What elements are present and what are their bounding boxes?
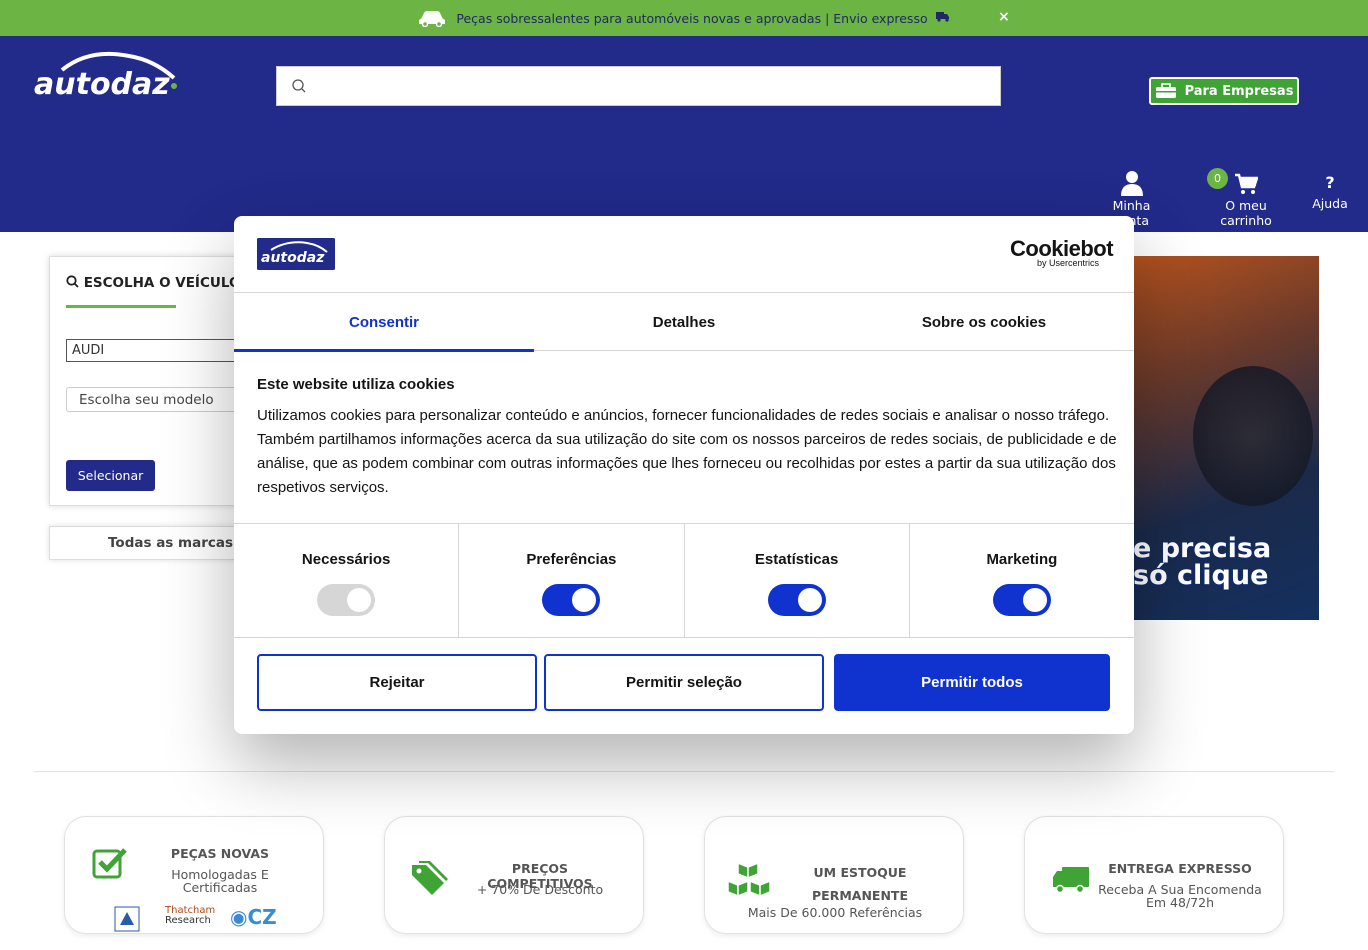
feature-title: ENTREGA EXPRESSO — [1108, 861, 1252, 876]
car-icon — [419, 11, 446, 27]
vehicle-selector: ESCOLHA O VEÍCULO AUDI Escolha seu model… — [49, 256, 256, 506]
business-button-label: Para Empresas — [1184, 83, 1294, 99]
feature-title: UM ESTOQUE PERMANENTE — [812, 865, 908, 903]
search-bar[interactable] — [276, 66, 1001, 106]
tab-details[interactable]: Detalhes — [534, 293, 834, 351]
toggle-statistics[interactable] — [767, 584, 826, 616]
autodaz-logo[interactable]: autodaz — [34, 50, 180, 100]
feature-card-new-parts: PEÇAS NOVAS Homologadas E Certificadas T… — [64, 816, 324, 934]
svg-text:autodaz: autodaz — [34, 67, 170, 100]
brand-select[interactable]: AUDI — [66, 339, 256, 362]
tab-consent[interactable]: Consentir — [234, 293, 534, 352]
cart-link[interactable]: O meu carrinho — [1198, 170, 1294, 228]
autodaz-mini-logo: autodaz — [257, 238, 335, 270]
vehicle-selector-title-text: ESCOLHA O VEÍCULO — [83, 275, 241, 291]
checkbox-check-icon — [92, 848, 127, 879]
select-button[interactable]: Selecionar — [66, 460, 155, 491]
all-brands-button[interactable]: Todas as marcas — [49, 526, 249, 560]
boxes-icon — [727, 861, 771, 898]
cz-logo: ◉CZ — [230, 905, 277, 929]
cookie-tabs: Consentir Detalhes Sobre os cookies — [234, 293, 1134, 352]
category-necessary: Necessários — [234, 524, 460, 637]
tab-about[interactable]: Sobre os cookies — [834, 293, 1134, 351]
cookie-consent-dialog: autodaz Cookiebot by Usercentrics Consen… — [234, 216, 1134, 734]
category-label: Estatísticas — [754, 551, 839, 568]
feature-card-delivery: ENTREGA EXPRESSO Receba A Sua Encomenda … — [1024, 816, 1284, 934]
thatcham-logo: Thatcham Research — [165, 905, 216, 926]
toggle-preferences[interactable] — [542, 584, 601, 616]
section-divider — [34, 771, 1334, 772]
close-icon[interactable]: × — [998, 9, 1010, 25]
feature-card-prices: PREÇOS COMPETITIVOS + 70% De Desconto — [384, 816, 644, 934]
toggle-marketing[interactable] — [992, 584, 1051, 616]
vehicle-selector-title: ESCOLHA O VEÍCULO — [66, 275, 240, 291]
category-statistics: Estatísticas — [685, 524, 910, 637]
search-input[interactable] — [315, 68, 1000, 104]
announcement-text: Peças sobressalentes para automóveis nov… — [456, 10, 928, 26]
banner-image — [1193, 366, 1313, 506]
category-marketing: Marketing — [910, 524, 1134, 637]
allow-selection-button[interactable]: Permitir seleção — [544, 654, 824, 711]
delivery-truck-icon — [1053, 867, 1089, 894]
feature-subtitle: Receba A Sua Encomenda Em 48/72h — [1098, 882, 1262, 910]
user-icon — [1120, 171, 1143, 196]
promo-banner[interactable]: e precisa só clique — [1133, 256, 1319, 620]
search-icon — [66, 275, 79, 288]
announcement-bar: Peças sobressalentes para automóveis nov… — [0, 0, 1368, 36]
cookie-dialog-header: autodaz Cookiebot by Usercentrics — [234, 216, 1134, 293]
feature-card-stock: UM ESTOQUE PERMANENTE Mais De 60.000 Ref… — [704, 816, 964, 934]
cookiebot-sub: by Usercentrics — [1037, 258, 1100, 268]
tag-icon — [412, 861, 448, 895]
category-label: Necessários — [301, 551, 391, 568]
briefcase-icon — [1155, 83, 1176, 98]
globe-icon: ◉ — [230, 905, 248, 929]
category-preferences: Preferências — [459, 524, 685, 637]
truck-icon — [935, 11, 950, 25]
model-select[interactable]: Escolha seu modelo — [66, 387, 256, 412]
feature-subtitle: Homologadas E Certificadas — [171, 867, 269, 895]
svg-text:autodaz: autodaz — [261, 250, 325, 266]
cookie-categories: Necessários Preferências Estatísticas Ma… — [234, 523, 1134, 638]
feature-subtitle: Mais De 60.000 Referências — [747, 905, 923, 920]
category-label: Preferências — [526, 551, 617, 568]
feature-title: PEÇAS NOVAS — [170, 846, 270, 861]
search-icon — [292, 79, 306, 93]
feature-subtitle: + 70% De Desconto — [476, 882, 604, 897]
help-icon: ? — [1325, 173, 1335, 192]
cookie-body: Utilizamos cookies para personalizar con… — [257, 407, 1117, 496]
title-underline — [66, 305, 176, 308]
banner-text-line2: só clique — [1133, 560, 1269, 591]
cookie-heading: Este website utiliza cookies — [257, 376, 455, 393]
cart-label: O meu carrinho — [1220, 198, 1272, 228]
toggle-necessary — [317, 584, 376, 616]
allow-all-button[interactable]: Permitir todos — [834, 654, 1110, 711]
certification-badge-icon — [114, 906, 140, 932]
category-label: Marketing — [986, 551, 1058, 568]
cart-icon — [1235, 173, 1258, 194]
help-link[interactable]: ? Ajuda — [1310, 170, 1350, 211]
help-label: Ajuda — [1312, 196, 1348, 211]
reject-button[interactable]: Rejeitar — [257, 654, 537, 711]
business-button[interactable]: Para Empresas — [1149, 77, 1299, 105]
